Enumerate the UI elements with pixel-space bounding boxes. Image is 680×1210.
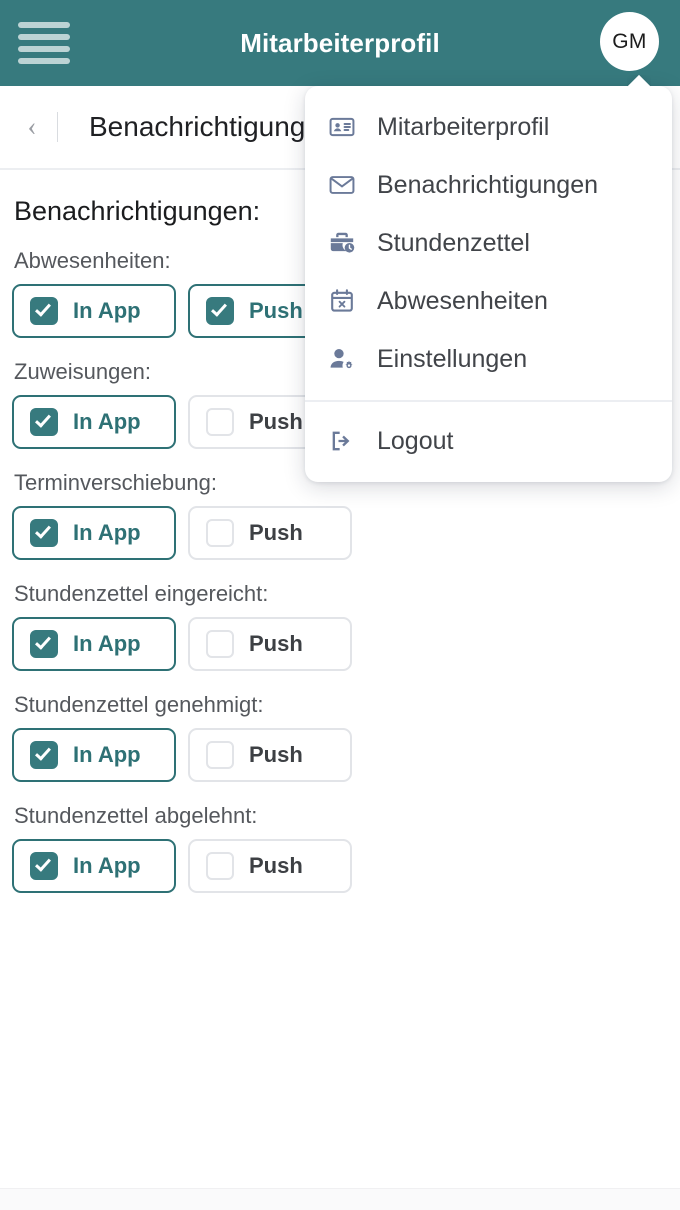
profile-dropdown-menu: Mitarbeiterprofil Benachrichtigungen Stund… — [305, 86, 672, 482]
notification-group: Stundenzettel genehmigt: In App Push — [12, 692, 680, 782]
menu-item-label: Einstellungen — [377, 344, 528, 373]
check-icon — [35, 411, 51, 428]
avatar[interactable]: GM — [600, 12, 659, 71]
check-icon — [211, 300, 227, 317]
notification-group-label: Stundenzettel genehmigt: — [14, 692, 264, 717]
toggle-label: Push — [249, 520, 303, 545]
dropdown-items: Mitarbeiterprofil Benachrichtigungen Stund… — [305, 98, 672, 388]
toggle-label: Push — [249, 298, 303, 323]
menu-item-label: Abwesenheiten — [377, 286, 548, 315]
briefcase-clock-icon — [327, 228, 357, 258]
page-title: Mitarbeiterprofil — [240, 28, 440, 58]
calendar-x-icon — [327, 286, 357, 316]
breadcrumb-title: Benachrichtigungen — [89, 111, 337, 142]
check-icon — [35, 522, 51, 539]
notification-options: In App Push — [12, 839, 680, 893]
toggle-push[interactable]: Push — [188, 839, 352, 893]
toggle-in-app[interactable]: In App — [12, 728, 176, 782]
toggle-label: Push — [249, 409, 303, 434]
checkbox-checked-icon[interactable] — [30, 630, 58, 658]
user-gear-icon — [327, 344, 357, 374]
toggle-label: In App — [73, 409, 141, 434]
menu-item-label: Logout — [377, 426, 454, 455]
toggle-label: In App — [73, 742, 141, 767]
checkbox-checked-icon[interactable] — [30, 408, 58, 436]
toggle-in-app[interactable]: In App — [12, 395, 176, 449]
toggle-label: In App — [73, 631, 141, 656]
menu-item-einstellungen[interactable]: Einstellungen — [305, 330, 672, 388]
checkbox-unchecked-icon[interactable] — [206, 852, 234, 880]
notification-group: Terminverschiebung: In App Push — [12, 470, 680, 560]
toggle-in-app[interactable]: In App — [12, 284, 176, 338]
check-icon — [35, 855, 51, 872]
notification-group: Stundenzettel eingereicht: In App Push — [12, 581, 680, 671]
toggle-push[interactable]: Push — [188, 728, 352, 782]
toggle-push[interactable]: Push — [188, 617, 352, 671]
menu-item-label: Stundenzettel — [377, 228, 530, 257]
menu-item-mitarbeiterprofil[interactable]: Mitarbeiterprofil — [305, 98, 672, 156]
menu-item-abwesenheiten[interactable]: Abwesenheiten — [305, 272, 672, 330]
checkbox-checked-icon[interactable] — [30, 297, 58, 325]
dropdown-caret — [627, 75, 651, 87]
notification-group: Stundenzettel abgelehnt: In App Push — [12, 803, 680, 893]
menu-item-label: Mitarbeiterprofil — [377, 112, 550, 141]
app-root: Mitarbeiterprofil GM ‹ Benachrichtigunge… — [0, 0, 680, 1210]
checkbox-checked-icon[interactable] — [30, 519, 58, 547]
logout-icon — [327, 426, 357, 456]
app-bar: Mitarbeiterprofil GM — [0, 0, 680, 86]
toggle-in-app[interactable]: In App — [12, 617, 176, 671]
checkbox-unchecked-icon[interactable] — [206, 741, 234, 769]
menu-item-logout[interactable]: Logout — [305, 412, 672, 470]
toggle-label: In App — [73, 853, 141, 878]
check-icon — [35, 744, 51, 761]
toggle-label: Push — [249, 853, 303, 878]
checkbox-unchecked-icon[interactable] — [206, 408, 234, 436]
id-card-icon — [327, 112, 357, 142]
check-icon — [35, 300, 51, 317]
menu-item-label: Benachrichtigungen — [377, 170, 598, 199]
dropdown-divider — [305, 400, 672, 402]
notification-options: In App Push — [12, 506, 680, 560]
toggle-push[interactable]: Push — [188, 506, 352, 560]
check-icon — [35, 633, 51, 650]
checkbox-checked-icon[interactable] — [206, 297, 234, 325]
toggle-label: Push — [249, 742, 303, 767]
breadcrumb-divider — [57, 112, 58, 142]
chevron-left-icon[interactable]: ‹ — [22, 110, 42, 144]
envelope-icon — [327, 170, 357, 200]
notification-group-label: Stundenzettel abgelehnt: — [14, 803, 258, 828]
checkbox-checked-icon[interactable] — [30, 852, 58, 880]
notification-options: In App Push — [12, 617, 680, 671]
checkbox-unchecked-icon[interactable] — [206, 519, 234, 547]
notification-options: In App Push — [12, 728, 680, 782]
toggle-in-app[interactable]: In App — [12, 506, 176, 560]
checkbox-unchecked-icon[interactable] — [206, 630, 234, 658]
toggle-label: In App — [73, 520, 141, 545]
toggle-label: Push — [249, 631, 303, 656]
menu-item-benachrichtigungen[interactable]: Benachrichtigungen — [305, 156, 672, 214]
footer-bar — [0, 1188, 680, 1210]
checkbox-checked-icon[interactable] — [30, 741, 58, 769]
toggle-in-app[interactable]: In App — [12, 839, 176, 893]
toggle-label: In App — [73, 298, 141, 323]
menu-item-stundenzettel[interactable]: Stundenzettel — [305, 214, 672, 272]
notification-group-label: Stundenzettel eingereicht: — [14, 581, 269, 606]
